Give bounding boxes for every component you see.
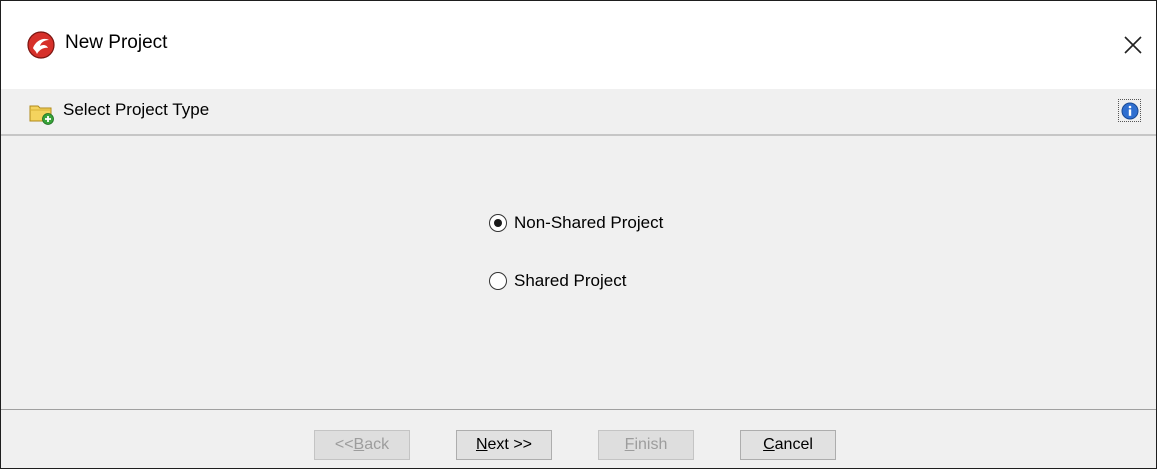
back-button[interactable]: << Back	[314, 430, 410, 460]
finish-button[interactable]: Finish	[598, 430, 694, 460]
shared-project-option[interactable]: Shared Project	[489, 271, 626, 291]
non-shared-project-label: Non-Shared Project	[514, 213, 664, 232]
new-project-dialog: New Project Select Project Type Non-Shar…	[0, 0, 1157, 469]
non-shared-project-option[interactable]: Non-Shared Project	[489, 213, 663, 233]
folder-add-icon	[29, 101, 55, 125]
shared-project-radio[interactable]	[489, 272, 507, 290]
window-title: New Project	[65, 32, 168, 53]
cancel-button[interactable]: Cancel	[740, 430, 836, 460]
title-bar[interactable]: New Project	[1, 1, 1156, 89]
non-shared-project-radio[interactable]	[489, 214, 507, 232]
wizard-content: Non-Shared Project Shared Project	[1, 136, 1156, 408]
close-icon[interactable]	[1118, 28, 1148, 62]
next-button[interactable]: Next >>	[456, 430, 552, 460]
wizard-footer: << Back Next >> Finish Cancel	[1, 409, 1156, 468]
wizard-step-header: Select Project Type	[1, 89, 1156, 136]
info-icon[interactable]	[1118, 99, 1141, 122]
app-logo-icon	[27, 31, 55, 59]
step-title: Select Project Type	[63, 100, 210, 119]
shared-project-label: Shared Project	[514, 271, 627, 290]
